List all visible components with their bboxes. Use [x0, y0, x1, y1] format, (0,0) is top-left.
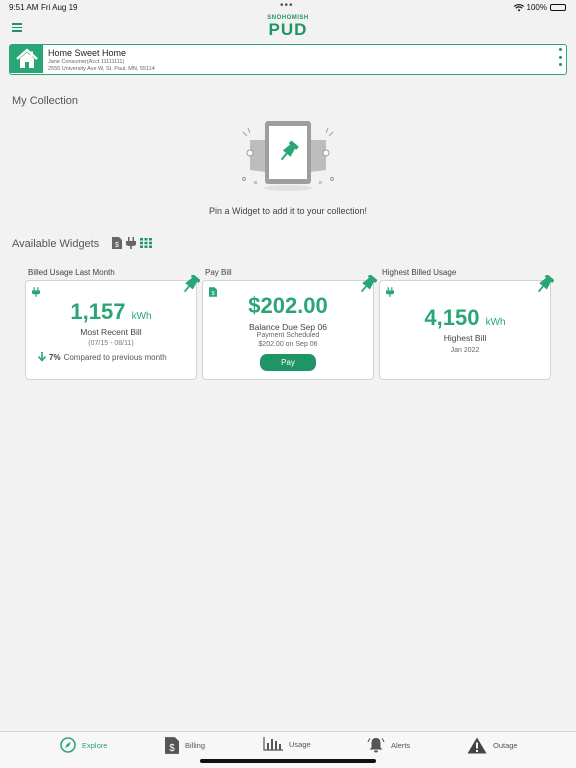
usage-subtitle: Most Recent Bill	[80, 327, 142, 337]
multitasking-dots-icon[interactable]: •••	[280, 0, 294, 11]
arrow-down-icon	[38, 352, 46, 362]
warning-icon	[467, 737, 487, 754]
empty-collection-text: Pin a Widget to add it to your collectio…	[208, 206, 368, 216]
status-bar: 9:51 AM Fri Aug 19 ••• 100%	[0, 0, 576, 14]
usage-unit: kWh	[131, 311, 152, 322]
bill-icon: $	[165, 737, 179, 754]
my-collection-title: My Collection	[12, 95, 79, 107]
usage-period: (07/15 - 08/11)	[88, 340, 134, 347]
tab-usage-label: Usage	[289, 739, 311, 749]
electric-plug-icon	[386, 287, 394, 297]
usage-widget-label: Billed Usage Last Month	[28, 268, 115, 277]
pay-scheduled: $202.00 on Sep 06	[258, 341, 318, 348]
tab-explore[interactable]: Explore	[60, 737, 107, 753]
tab-explore-label: Explore	[82, 740, 108, 750]
tab-alerts-label: Alerts	[391, 740, 411, 750]
highest-value: 4,150 kWh	[424, 305, 506, 330]
highest-unit: kWh	[485, 317, 506, 328]
pin-icon[interactable]	[534, 275, 554, 295]
tab-alerts[interactable]: Alerts	[367, 737, 410, 753]
available-widgets-title: Available Widgets	[12, 238, 100, 250]
home-indicator[interactable]	[200, 759, 376, 763]
battery-icon	[550, 4, 566, 11]
tab-outage-label: Outage	[493, 741, 518, 750]
usage-widget[interactable]: 1,157 kWh Most Recent Bill (07/15 - 08/1…	[25, 280, 197, 380]
pay-button[interactable]: Pay	[260, 354, 316, 371]
electric-plug-icon	[32, 287, 40, 297]
highest-subtitle: Highest Bill	[443, 333, 487, 343]
tab-usage[interactable]: Usage	[263, 737, 311, 751]
home-icon-box	[10, 45, 43, 73]
home-icon	[15, 48, 38, 68]
tab-billing-label: Billing	[185, 741, 206, 750]
tab-billing[interactable]: $ Billing	[165, 737, 205, 754]
account-name: Home Sweet Home	[48, 48, 127, 58]
usage-compare-text: Compared to previous month	[63, 352, 167, 362]
bar-chart-icon	[263, 737, 283, 751]
compass-icon	[60, 737, 76, 753]
wifi-icon	[513, 3, 524, 11]
snohomish-pud-logo: SNOHOMISH PUD	[250, 15, 326, 39]
pin-icon[interactable]	[180, 275, 200, 295]
pay-status: Payment Scheduled	[256, 332, 320, 339]
status-time: 9:51 AM	[9, 3, 39, 12]
svg-text:$: $	[169, 743, 175, 754]
svg-text:$: $	[115, 242, 119, 249]
account-card[interactable]: Home Sweet Home Jane Consumer(Acct 11111…	[9, 44, 567, 75]
highest-usage-widget-label: Highest Billed Usage	[382, 268, 457, 277]
tab-outage[interactable]: Outage	[467, 737, 518, 754]
status-date: Fri Aug 19	[41, 3, 78, 12]
hamburger-menu-icon[interactable]	[12, 23, 22, 32]
usage-compare: 7% Compared to previous month	[38, 352, 167, 362]
highest-date: Jan 2022	[450, 347, 480, 354]
account-number: Jane Consumer(Acct 11111111)	[48, 59, 125, 65]
more-options-icon[interactable]	[558, 48, 562, 66]
pay-bill-widget-label: Pay Bill	[205, 268, 232, 277]
bell-icon	[367, 738, 385, 753]
logo-main-text: PUD	[268, 20, 308, 39]
pay-amount: $202.00	[248, 293, 328, 318]
widget-filter-icons: $	[112, 237, 152, 249]
grid-view-icon[interactable]	[140, 238, 152, 248]
pay-due: Balance Due Sep 06	[249, 322, 327, 332]
battery-percent: 100%	[526, 3, 547, 12]
pin-icon[interactable]	[357, 275, 377, 295]
account-address: 2550 University Ave W, St. Paul, MN, 551…	[48, 66, 155, 72]
highest-usage-widget[interactable]: 4,150 kWh Highest Bill Jan 2022	[379, 280, 551, 380]
usage-compare-pct: 7%	[49, 352, 61, 362]
pin-widget-illustration-icon	[242, 121, 334, 191]
billing-filter-icon[interactable]: $	[112, 237, 122, 249]
pay-bill-widget[interactable]: $ $202.00 Balance Due Sep 06 Payment Sch…	[202, 280, 374, 380]
status-right: 100%	[513, 3, 566, 12]
electric-plug-filter-icon[interactable]	[126, 237, 136, 249]
usage-value: 1,157 kWh	[70, 299, 152, 324]
